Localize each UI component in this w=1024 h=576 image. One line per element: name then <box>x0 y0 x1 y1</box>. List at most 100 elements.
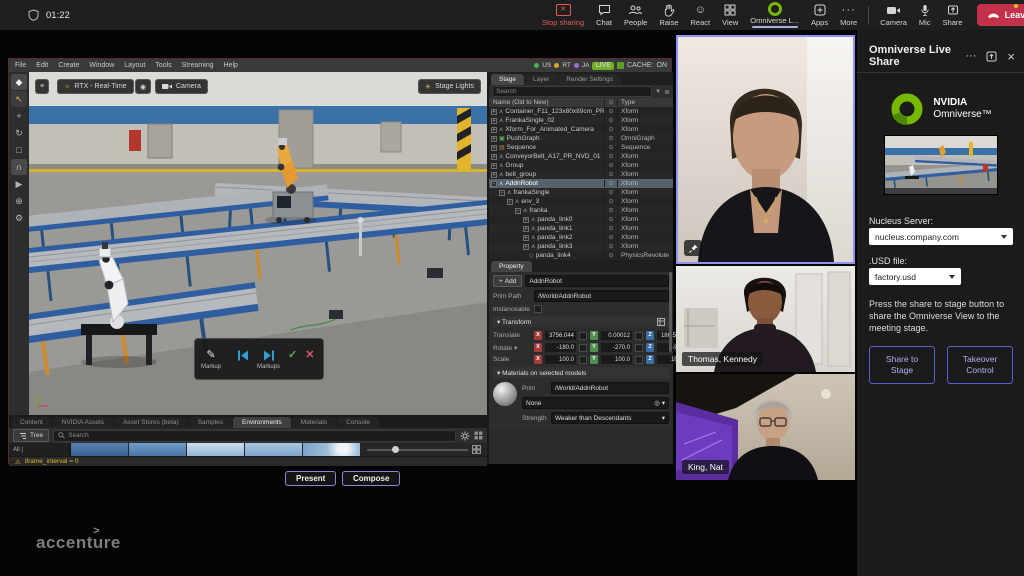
add-property-button[interactable]: +Add <box>493 275 522 287</box>
columns-icon[interactable]: ≣ <box>664 88 670 96</box>
usd-file-select[interactable]: factory.usd <box>869 268 961 285</box>
tree-toggle-button[interactable]: Tree <box>13 429 49 442</box>
popout-button[interactable] <box>986 51 997 62</box>
tab-nvidia-assets[interactable]: NVIDIA Assets <box>53 417 113 428</box>
transform-section-header[interactable]: ▾ Transform <box>493 316 669 327</box>
environment-thumbnail[interactable] <box>71 443 128 456</box>
nucleus-server-select[interactable]: nucleus.company.com <box>869 228 1013 245</box>
markup-prev-button[interactable] <box>237 349 249 370</box>
play-tool-icon[interactable]: ▶ <box>11 176 27 192</box>
table-row[interactable]: +⋏Container_F11_123x80x89cm_PR_V...⊙Xfor… <box>489 107 673 116</box>
settings-tool-icon[interactable]: ⚙ <box>11 210 27 226</box>
panel-more-button[interactable]: ··· <box>965 50 976 62</box>
stage-search-input[interactable]: Search <box>492 86 652 97</box>
table-row[interactable]: −⋏franka⊙Xform <box>489 206 673 215</box>
mic-button[interactable]: Mic <box>913 0 937 30</box>
markup-approve-button[interactable]: ✓ <box>288 349 297 370</box>
viewport-menu-button[interactable]: ≡ <box>35 79 49 94</box>
environment-thumbnail[interactable] <box>303 443 360 456</box>
move-tool-icon[interactable]: + <box>11 108 27 124</box>
table-row[interactable]: −⋏env_3⊙Xform <box>489 197 673 206</box>
tab-asset-stores[interactable]: Asset Stores (beta) <box>114 417 188 428</box>
scale-x-field[interactable]: 100.0 <box>545 355 576 364</box>
table-row[interactable]: +⋏ConveyorBelt_A17_PR_NVD_01⊙Xform <box>489 152 673 161</box>
tab-render-settings[interactable]: Render Settings <box>558 74 621 85</box>
menu-help[interactable]: Help <box>224 62 238 69</box>
compose-button[interactable]: Compose <box>342 471 400 486</box>
camera-button[interactable]: Camera <box>874 0 913 30</box>
translate-x-lock[interactable] <box>579 332 587 340</box>
participant-tile-3[interactable]: King, Nat <box>676 374 855 480</box>
rotate-y-field[interactable]: -270.0 <box>601 343 632 352</box>
toolbar-expand-chevron[interactable]: » <box>207 80 212 90</box>
translate-y-lock[interactable] <box>635 332 643 340</box>
material-strength-select[interactable]: Weaker than Descendants▾ <box>551 412 669 424</box>
takeover-control-button[interactable]: Takeover Control <box>947 346 1013 384</box>
prim-path-field[interactable]: /World/AddnRobot <box>534 290 669 302</box>
participant-tile-2[interactable]: Thomas, Kennedy <box>676 266 855 372</box>
present-button[interactable]: Present <box>285 471 336 486</box>
prim-name-field[interactable]: AddnRobot <box>525 275 669 287</box>
share-to-stage-button[interactable]: Share to Stage <box>869 346 935 384</box>
chat-button[interactable]: Chat <box>590 0 618 30</box>
table-row[interactable]: +⋏FrankaSingle_02⊙Xform <box>489 116 673 125</box>
content-search-input[interactable]: Search <box>53 430 456 442</box>
translate-x-field[interactable]: 3756.044 <box>545 331 576 340</box>
react-button[interactable]: ☺ React <box>685 0 717 30</box>
close-panel-button[interactable]: × <box>1007 49 1015 64</box>
menu-layout[interactable]: Layout <box>124 62 145 69</box>
rotate-x-lock[interactable] <box>579 344 587 352</box>
select-tool-icon[interactable]: ↖ <box>11 91 27 107</box>
table-row[interactable]: ◇panda_link4⊙PhysicsRevolute <box>489 251 673 260</box>
raise-hand-button[interactable]: Raise <box>653 0 684 30</box>
environment-thumbnail[interactable] <box>187 443 244 456</box>
property-scrollbar[interactable] <box>669 272 672 352</box>
viewport-3d[interactable]: ≡ ☼ RTX - Real-Time ◉ Camera » ☀ Stage L… <box>29 72 487 415</box>
menu-tools[interactable]: Tools <box>155 62 171 69</box>
thumbnail-size-slider[interactable] <box>361 443 487 456</box>
camera-selector[interactable]: Camera <box>155 79 208 94</box>
table-row[interactable]: −⋏frankaSingle⊙Xform <box>489 188 673 197</box>
scale-x-lock[interactable] <box>579 356 587 364</box>
menu-window[interactable]: Window <box>89 62 114 69</box>
nav-tool-icon[interactable]: ◆ <box>11 74 27 90</box>
view-button[interactable]: View <box>716 0 744 30</box>
table-row[interactable]: +⋏Group⊙Xform <box>489 161 673 170</box>
tab-console[interactable]: Console <box>337 417 379 428</box>
tab-layer[interactable]: Layer <box>525 74 557 85</box>
table-row[interactable]: +⋏panda_link3⊙Xform <box>489 242 673 251</box>
filter-icon[interactable]: ▼ <box>655 89 661 95</box>
stage-lights-button[interactable]: ☀ Stage Lights <box>418 79 481 94</box>
snap-tool-icon[interactable]: ∩ <box>11 159 27 175</box>
menu-edit[interactable]: Edit <box>36 62 48 69</box>
tab-materials[interactable]: Materials <box>292 417 336 428</box>
scale-tool-icon[interactable]: □ <box>11 142 27 158</box>
participant-tile-1[interactable] <box>676 35 855 264</box>
people-button[interactable]: People <box>618 0 653 30</box>
table-row[interactable]: +⋏panda_link0⊙Xform <box>489 215 673 224</box>
menu-create[interactable]: Create <box>58 62 79 69</box>
list-view-icon[interactable] <box>474 431 483 440</box>
browser-tree-panel[interactable]: All | <box>9 443 71 456</box>
materials-section-header[interactable]: ▾ Materials on selected models <box>493 367 669 378</box>
table-row[interactable]: +⋏Xform_For_Animated_Camera⊙Xform <box>489 125 673 134</box>
tab-environments[interactable]: Environments <box>233 417 291 428</box>
markup-pencil-button[interactable]: ✎ Markup <box>201 349 221 370</box>
tab-property[interactable]: Property <box>491 261 532 272</box>
scale-y-field[interactable]: 100.0 <box>601 355 632 364</box>
more-button[interactable]: ··· More <box>834 0 863 30</box>
gear-icon[interactable] <box>460 431 470 441</box>
instanceable-checkbox[interactable] <box>534 305 542 313</box>
menu-streaming[interactable]: Streaming <box>182 62 214 69</box>
table-row-selected[interactable]: −⋏AddnRobot⊙Xform <box>489 179 673 188</box>
stop-sharing-button[interactable]: ✕ Stop sharing <box>536 0 590 30</box>
markup-reject-button[interactable]: ✕ <box>305 349 314 370</box>
markup-next-button[interactable]: Markups <box>257 349 280 370</box>
rotate-y-lock[interactable] <box>635 344 643 352</box>
live-badge[interactable]: LIVE <box>592 62 614 70</box>
rotate-x-field[interactable]: -180.0 <box>545 343 576 352</box>
visibility-button[interactable]: ◉ <box>135 79 151 94</box>
material-prim-field[interactable]: /World/AddnRobot <box>551 382 669 394</box>
grid-view-icon[interactable] <box>472 445 481 454</box>
tab-samples[interactable]: Samples <box>189 417 232 428</box>
